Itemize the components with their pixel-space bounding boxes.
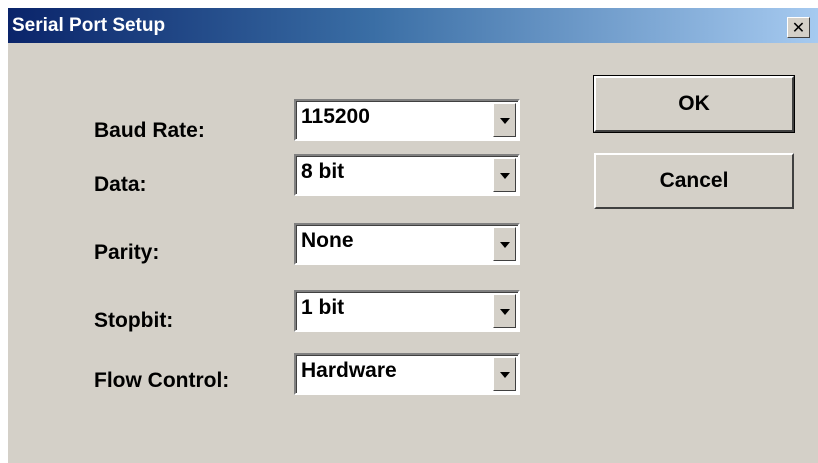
window-title: Serial Port Setup bbox=[12, 15, 166, 36]
baud-rate-value: 115200 bbox=[301, 105, 370, 128]
baud-rate-label: Baud Rate: bbox=[94, 119, 205, 142]
cancel-button[interactable]: Cancel bbox=[594, 153, 794, 209]
parity-label: Parity: bbox=[94, 241, 160, 264]
baud-rate-select[interactable]: 115200 bbox=[294, 99, 520, 141]
chevron-down-icon[interactable] bbox=[493, 103, 516, 137]
chevron-down-icon[interactable] bbox=[493, 227, 516, 261]
data-bits-value: 8 bit bbox=[301, 160, 345, 183]
data-bits-select[interactable]: 8 bit bbox=[294, 154, 520, 196]
parity-select[interactable]: None bbox=[294, 223, 520, 265]
stopbit-label: Stopbit: bbox=[94, 309, 174, 332]
title-bar[interactable]: Serial Port Setup ✕ bbox=[8, 8, 818, 43]
flow-control-value: Hardware bbox=[301, 359, 397, 382]
parity-value: None bbox=[301, 229, 354, 252]
close-icon: ✕ bbox=[791, 17, 806, 37]
page: Serial Port Setup ✕ Baud Rate: 115200 Da… bbox=[0, 0, 818, 463]
data-label: Data: bbox=[94, 173, 147, 196]
close-button[interactable]: ✕ bbox=[787, 17, 810, 38]
chevron-down-icon[interactable] bbox=[493, 294, 516, 328]
chevron-down-icon[interactable] bbox=[493, 357, 516, 391]
stopbit-select[interactable]: 1 bit bbox=[294, 290, 520, 332]
chevron-down-icon[interactable] bbox=[493, 158, 516, 192]
flow-control-select[interactable]: Hardware bbox=[294, 353, 520, 395]
flow-control-label: Flow Control: bbox=[94, 369, 230, 392]
serial-port-setup-dialog: Serial Port Setup ✕ Baud Rate: 115200 Da… bbox=[8, 8, 818, 463]
ok-button[interactable]: OK bbox=[593, 75, 795, 133]
stopbit-value: 1 bit bbox=[301, 296, 345, 319]
